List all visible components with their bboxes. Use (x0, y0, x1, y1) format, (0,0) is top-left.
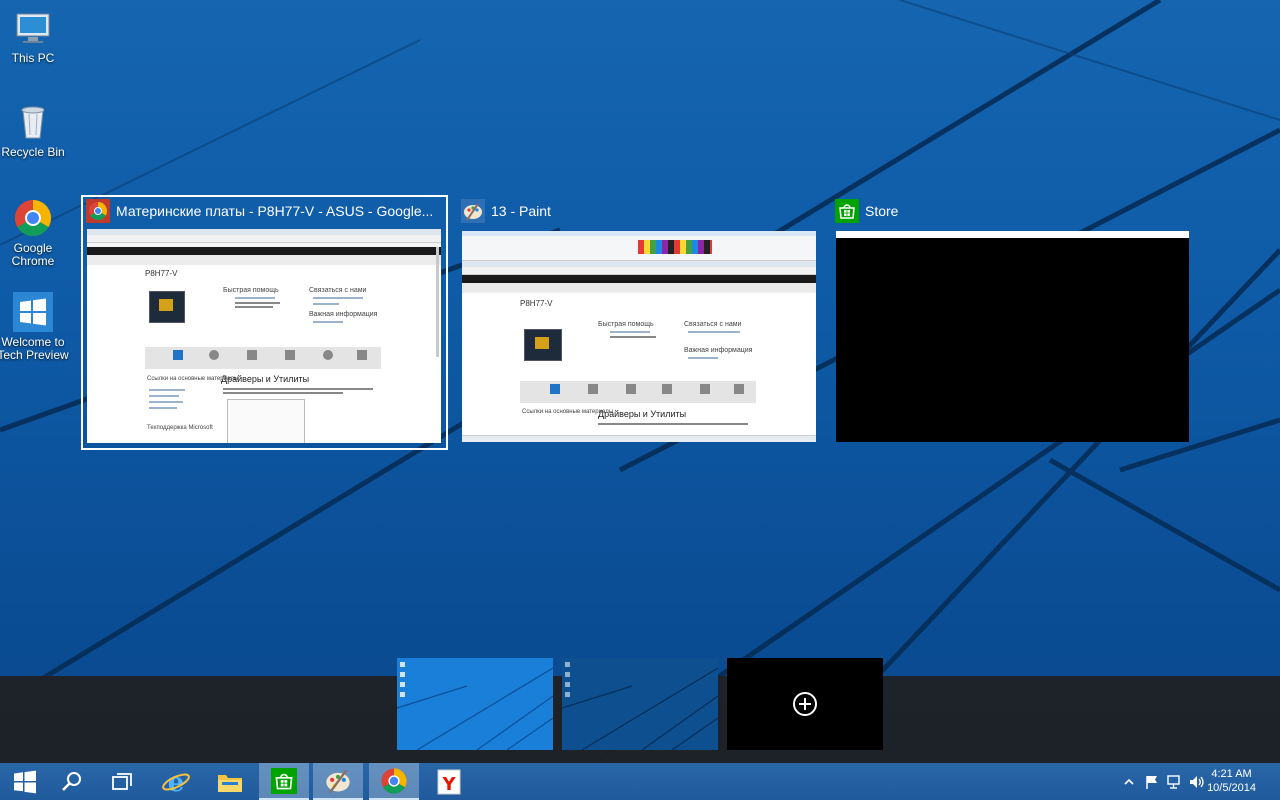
task-view-icon (112, 772, 132, 790)
preview-quick-help: Быстрая помощь (223, 287, 279, 294)
windows-logo-icon (13, 292, 53, 332)
recycle-bin-icon (21, 106, 45, 139)
virtual-desktop-2[interactable] (562, 658, 718, 750)
task-view-window-paint[interactable]: 13 - Paint (461, 198, 815, 224)
taskbar-file-explorer[interactable] (205, 763, 255, 800)
computer-icon (16, 13, 50, 43)
preview-product-name: P8H77-V (145, 269, 178, 278)
chevron-up-icon[interactable] (1122, 775, 1136, 789)
svg-text:Y: Y (441, 774, 456, 795)
preview-heading: Драйверы и Утилиты (221, 374, 310, 384)
virtual-desktop-1[interactable] (397, 658, 553, 750)
network-icon[interactable] (1166, 774, 1182, 790)
desktop-icon-this-pc[interactable]: This PC (0, 8, 72, 65)
store-icon (835, 199, 859, 223)
window-preview-chrome: P8H77-V Быстрая помощь Связаться с нами … (87, 229, 441, 443)
desktop-icon-label-line2: Tech Preview (0, 348, 69, 362)
desktop-icon-recycle-bin[interactable]: Recycle Bin (0, 102, 72, 159)
window-title-chrome: Материнские платы - P8H77-V - ASUS - Goo… (86, 198, 442, 224)
store-icon (271, 767, 297, 794)
preview-quick-help: Быстрая помощь (598, 321, 654, 328)
start-button[interactable] (0, 763, 50, 800)
flag-icon[interactable] (1144, 774, 1160, 790)
add-desktop-button[interactable] (727, 658, 883, 750)
window-title-text: Материнские платы - P8H77-V - ASUS - Goo… (116, 203, 434, 219)
taskbar: e Y 4:21 AM 10/5/2014 (0, 763, 1280, 800)
window-title-text: Store (865, 203, 899, 219)
window-title-text: 13 - Paint (491, 203, 551, 219)
desktop-thumbnail (397, 658, 553, 750)
preview-important: Важная информация (309, 311, 378, 318)
taskbar-store[interactable] (259, 763, 309, 800)
chrome-icon (86, 199, 110, 223)
preview-contact: Связаться с нами (684, 321, 742, 328)
desktop-icon-welcome-tech-preview[interactable]: Welcome to Tech Preview (0, 292, 72, 362)
taskbar-clock[interactable]: 4:21 AM 10/5/2014 (1207, 767, 1256, 795)
system-tray (1122, 763, 1206, 800)
svg-text:e: e (168, 768, 185, 797)
yandex-icon: Y (437, 769, 461, 795)
desktop-icon-label: Recycle Bin (1, 145, 65, 159)
preview-contact: Связаться с нами (309, 287, 367, 294)
volume-icon[interactable] (1188, 774, 1206, 790)
search-icon (62, 771, 81, 791)
preview-heading: Драйверы и Утилиты (598, 409, 687, 419)
preview-important: Важная информация (684, 347, 753, 354)
desktop-icon-google-chrome[interactable]: Google Chrome (0, 198, 72, 268)
paint-icon (461, 199, 485, 223)
preview-tech: Техподдержка Microsoft (147, 425, 213, 431)
task-view-button[interactable] (97, 763, 147, 800)
desktop-icon-label: This PC (11, 51, 55, 65)
folder-icon (218, 774, 242, 792)
task-view-window-store[interactable]: Store (835, 198, 1189, 224)
plus-circle-icon (793, 692, 817, 716)
clock-time: 4:21 AM (1211, 768, 1252, 780)
taskbar-chrome[interactable] (369, 763, 419, 800)
paint-icon (326, 769, 350, 793)
taskbar-internet-explorer[interactable]: e (151, 763, 201, 800)
windows-logo-icon (14, 770, 36, 793)
window-preview-store (836, 231, 1189, 442)
preview-product-name: P8H77-V (520, 299, 553, 308)
desktop-icon-label-line2: Chrome (11, 254, 55, 268)
window-preview-paint: P8H77-V Быстрая помощь Связаться с нами … (462, 231, 816, 442)
ie-icon: e (162, 768, 190, 797)
clock-date: 10/5/2014 (1207, 782, 1256, 794)
taskbar-paint[interactable] (313, 763, 363, 800)
desktop-thumbnail (562, 658, 718, 750)
search-button[interactable] (47, 763, 97, 800)
chrome-icon (14, 200, 52, 237)
taskbar-yandex[interactable]: Y (424, 763, 474, 800)
chrome-icon (381, 767, 407, 794)
